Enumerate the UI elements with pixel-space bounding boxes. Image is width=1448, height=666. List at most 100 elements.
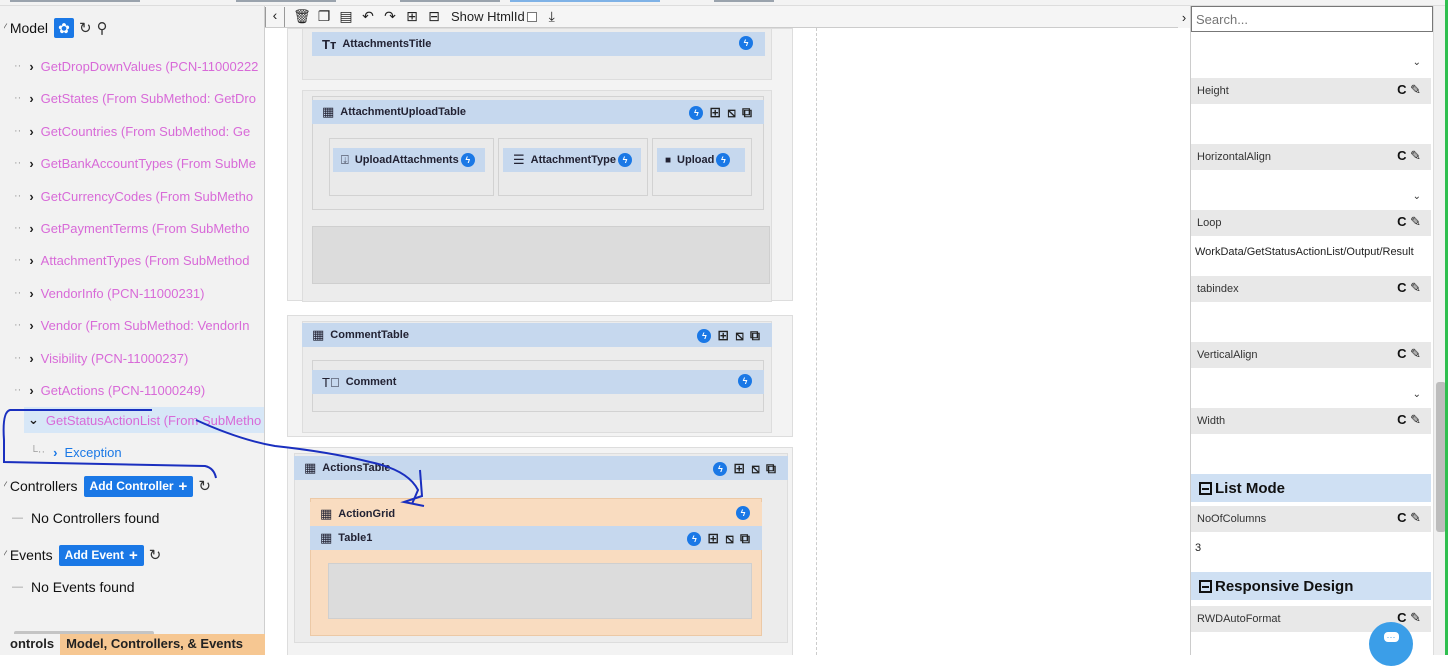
- chevron-right-icon[interactable]: ›: [29, 91, 33, 106]
- attachment-type-control[interactable]: ☰ AttachmentType ϟ: [503, 148, 641, 172]
- responsive-design-section-header[interactable]: Responsive Design: [1191, 572, 1431, 600]
- chevron-right-icon[interactable]: ›: [29, 156, 33, 171]
- add-controller-button[interactable]: Add Controller +: [83, 475, 194, 497]
- grid-icon[interactable]: ⊞: [707, 530, 719, 547]
- chevron-right-icon[interactable]: ›: [29, 59, 33, 74]
- event-bolt-icon[interactable]: ϟ: [697, 328, 712, 343]
- collapse-section-icon[interactable]: [1199, 481, 1212, 495]
- paste-icon[interactable]: ▤: [335, 7, 357, 27]
- undo-icon[interactable]: ↶: [357, 7, 379, 27]
- event-bolt-icon[interactable]: ϟ: [713, 461, 728, 476]
- tab-model-controllers-events[interactable]: Model, Controllers, & Events: [60, 634, 265, 655]
- refresh-icon[interactable]: ↻: [149, 546, 162, 564]
- open-external-icon[interactable]: ⧉: [750, 327, 760, 344]
- property-value-top[interactable]: ⌄: [1191, 34, 1431, 74]
- edit-pencil-icon[interactable]: ✎: [1410, 148, 1421, 163]
- event-bolt-icon[interactable]: ϟ: [736, 506, 750, 520]
- reset-icon[interactable]: C: [1397, 214, 1406, 229]
- chevron-right-icon[interactable]: ›: [29, 253, 33, 268]
- model-item[interactable]: ·· › Vendor (From SubMethod: VendorIn: [14, 313, 250, 337]
- expand-all-icon[interactable]: ⊞: [401, 7, 423, 27]
- edit-pencil-icon[interactable]: ✎: [1410, 280, 1421, 295]
- event-bolt-icon[interactable]: ϟ: [716, 153, 731, 167]
- add-event-button[interactable]: Add Event +: [58, 544, 144, 566]
- open-external-icon[interactable]: ⧉: [766, 460, 776, 477]
- refresh-icon[interactable]: ↻: [79, 19, 92, 37]
- event-bolt-icon[interactable]: ϟ: [460, 153, 475, 167]
- event-bolt-icon[interactable]: ϟ: [687, 531, 702, 546]
- chevron-right-icon[interactable]: ›: [29, 383, 33, 398]
- gear-icon[interactable]: ✿: [53, 18, 74, 38]
- chevron-right-icon[interactable]: ›: [29, 189, 33, 204]
- tab-controls[interactable]: ontrols: [0, 634, 61, 655]
- controllers-section-header[interactable]: ⁄ Controllers Add Controller + ↻: [4, 474, 211, 498]
- resize-icon[interactable]: ⧅: [751, 460, 760, 477]
- list-mode-section-header[interactable]: List Mode: [1191, 474, 1431, 502]
- model-item[interactable]: ·· › AttachmentTypes (From SubMethod: [14, 248, 249, 272]
- reset-icon[interactable]: C: [1397, 346, 1406, 361]
- reset-icon[interactable]: C: [1397, 280, 1406, 295]
- collapse-icon[interactable]: ⁄: [4, 22, 6, 34]
- open-external-icon[interactable]: ⧉: [740, 530, 750, 547]
- model-item[interactable]: ·· › GetCurrencyCodes (From SubMetho: [14, 184, 253, 208]
- event-bolt-icon[interactable]: ϟ: [689, 105, 704, 120]
- model-item[interactable]: ·· › GetCountries (From SubMethod: Ge: [14, 119, 250, 143]
- model-section-header[interactable]: ⁄ Model ✿ ↻ ⚲: [4, 16, 108, 40]
- edit-pencil-icon[interactable]: ✎: [1410, 412, 1421, 427]
- upload-button-control[interactable]: ■ Upload ϟ: [657, 148, 745, 172]
- chevron-right-icon[interactable]: ›: [29, 124, 33, 139]
- chat-button[interactable]: ···: [1369, 622, 1413, 666]
- property-horizontal-align-value[interactable]: ⌄: [1191, 172, 1431, 208]
- reset-icon[interactable]: C: [1397, 148, 1406, 163]
- chevron-down-icon[interactable]: ⌄: [1413, 57, 1421, 68]
- actions-table-header[interactable]: ▦ ActionsTable ϟ ⊞ ⧅ ⧉: [294, 456, 788, 480]
- delete-icon[interactable]: 🗑: [291, 7, 313, 27]
- collapse-left-icon[interactable]: ‹: [265, 6, 285, 27]
- reset-icon[interactable]: C: [1397, 82, 1406, 97]
- resize-icon[interactable]: ⧅: [725, 530, 734, 547]
- edit-pencil-icon[interactable]: ✎: [1410, 510, 1421, 525]
- chevron-right-icon[interactable]: ›: [53, 445, 57, 460]
- collapse-icon[interactable]: ⁄: [4, 549, 6, 561]
- event-bolt-icon[interactable]: ϟ: [618, 153, 633, 167]
- attachment-upload-table-header[interactable]: ▦ AttachmentUploadTable ϟ ⊞ ⧅ ⧉: [312, 100, 764, 124]
- search-icon[interactable]: ⚲: [97, 19, 108, 37]
- edit-pencil-icon[interactable]: ✎: [1410, 610, 1421, 625]
- property-search-input[interactable]: [1191, 6, 1433, 32]
- copy-icon[interactable]: ❐: [313, 7, 335, 27]
- table1-header[interactable]: ▦ Table1 ϟ ⊞ ⧅ ⧉: [310, 526, 762, 550]
- model-item[interactable]: ·· › GetPaymentTerms (From SubMetho: [14, 216, 249, 240]
- chevron-right-icon[interactable]: ›: [29, 286, 33, 301]
- model-child-item[interactable]: └·· › Exception: [30, 440, 122, 464]
- chevron-right-icon[interactable]: ›: [29, 221, 33, 236]
- chevron-down-icon[interactable]: ⌄: [1413, 389, 1421, 400]
- action-grid-header[interactable]: ▦ ActionGrid ϟ: [310, 502, 762, 526]
- comment-table-header[interactable]: ▦ CommentTable ϟ ⊞ ⧅ ⧉: [302, 323, 772, 347]
- model-item[interactable]: ·· › Visibility (PCN-11000237): [14, 346, 188, 370]
- property-width-value[interactable]: [1191, 436, 1431, 472]
- resize-icon[interactable]: ⧅: [735, 327, 744, 344]
- model-item[interactable]: ·· › GetBankAccountTypes (From SubMe: [14, 151, 256, 175]
- edit-pencil-icon[interactable]: ✎: [1410, 346, 1421, 361]
- model-item[interactable]: ·· › VendorInfo (PCN-11000231): [14, 281, 204, 305]
- collapse-icon[interactable]: ⁄: [4, 480, 6, 492]
- redo-icon[interactable]: ↷: [379, 7, 401, 27]
- comment-control[interactable]: T⃞ Comment ϟ: [312, 370, 764, 394]
- property-height-value[interactable]: [1191, 106, 1431, 142]
- collapse-section-icon[interactable]: [1199, 579, 1212, 593]
- grid-icon[interactable]: ⊞: [733, 460, 745, 477]
- property-loop-value[interactable]: WorkData/GetStatusActionList/Output/Resu…: [1191, 240, 1431, 276]
- reset-icon[interactable]: C: [1397, 510, 1406, 525]
- event-bolt-icon[interactable]: ϟ: [738, 374, 752, 388]
- reset-icon[interactable]: C: [1397, 412, 1406, 427]
- model-item[interactable]: ·· › GetActions (PCN-11000249): [14, 378, 205, 402]
- edit-pencil-icon[interactable]: ✎: [1410, 82, 1421, 97]
- model-item-selected[interactable]: ⌄ GetStatusActionList (From SubMetho: [24, 407, 264, 433]
- property-vertical-align-value[interactable]: ⌄: [1191, 370, 1431, 406]
- open-external-icon[interactable]: ⧉: [742, 104, 752, 121]
- chevron-right-icon[interactable]: ›: [29, 351, 33, 366]
- event-bolt-icon[interactable]: ϟ: [739, 36, 753, 50]
- chevron-right-icon[interactable]: ›: [29, 318, 33, 333]
- chevron-down-icon[interactable]: ⌄: [28, 412, 39, 428]
- property-tabindex-value[interactable]: [1191, 304, 1431, 340]
